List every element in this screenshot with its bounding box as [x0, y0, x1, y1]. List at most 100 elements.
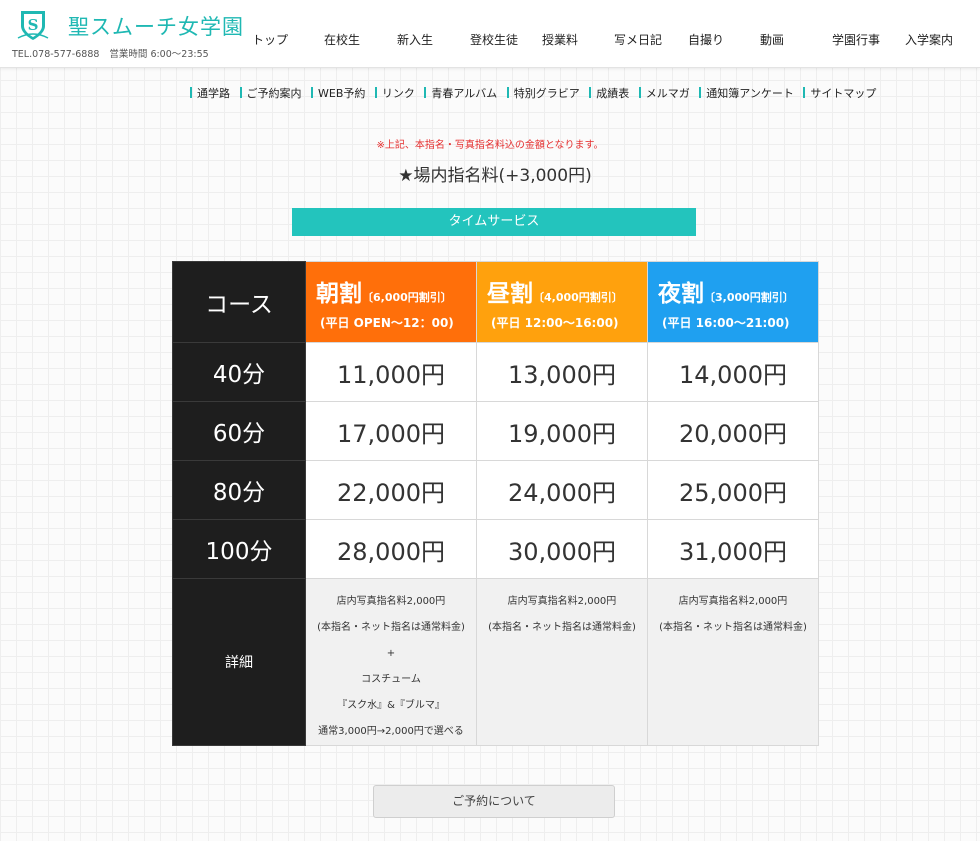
subnav-bar — [803, 87, 806, 98]
nav-events[interactable]: 学園行事 — [832, 31, 880, 48]
plan-night-header: 夜割〔3,000円割引〕 (平日 16:00〜21:00) — [647, 261, 819, 343]
subnav-bar — [374, 87, 377, 98]
course-duration: 60分 — [172, 401, 306, 461]
plan-name: 夜割 — [658, 280, 704, 307]
subnav-label: 通学路 — [197, 87, 230, 100]
detail-night: 店内写真指名料2,000円 (本指名・ネット指名は通常料金) — [647, 578, 819, 746]
subnav-item[interactable]: 通知簿アンケート — [699, 85, 794, 101]
tel-number[interactable]: TEL.078-577-6888 — [12, 49, 99, 60]
detail-line: + — [386, 648, 396, 659]
nomination-fee: ★場内指名料(+3,000円) — [398, 166, 592, 186]
svg-text:S: S — [28, 16, 39, 34]
nav-photo-diary[interactable]: 写メ日記 — [614, 31, 662, 48]
subnav-bar — [506, 87, 509, 98]
subnav-bar — [424, 87, 427, 98]
course-duration: 100分 — [172, 519, 306, 579]
price-cell: 24,000円 — [476, 460, 648, 520]
subnav-label: サイトマップ — [810, 87, 877, 100]
detail-line: 店内写真指名料2,000円 — [336, 596, 446, 607]
subnav-item[interactable]: 特別グラビア — [506, 85, 580, 101]
subnav-bar — [311, 87, 313, 98]
price-note: ※上記、本指名・写真指名料込の金額となります。 — [376, 140, 604, 151]
plan-name: 昼割 — [487, 280, 533, 307]
detail-line: (本指名・ネット指名は通常料金) — [659, 622, 807, 633]
plan-name: 朝割 — [316, 280, 362, 307]
subnav-item[interactable]: サイトマップ — [803, 85, 876, 101]
time-service-banner: タイムサービス — [292, 208, 696, 236]
price-cell: 14,000円 — [647, 342, 819, 402]
plan-morning-header: 朝割〔6,000円割引〕 (平日 OPEN〜12：00) — [305, 261, 477, 343]
nav-top[interactable]: トップ — [252, 31, 288, 48]
subnav-bar — [190, 87, 192, 98]
detail-line: (本指名・ネット指名は通常料金) — [488, 622, 636, 633]
price-cell: 20,000円 — [647, 401, 819, 461]
price-cell: 11,000円 — [305, 342, 477, 402]
price-cell: 31,000円 — [647, 519, 819, 579]
subnav-item[interactable]: 通学路 — [190, 85, 230, 101]
plan-discount: 〔3,000円割引〕 — [704, 290, 794, 304]
detail-line: 通常3,000円→2,000円で選べる — [318, 726, 464, 737]
subnav-item[interactable]: 成績表 — [589, 85, 629, 101]
detail-line: 店内写真指名料2,000円 — [507, 596, 617, 607]
nav-tuition[interactable]: 授業料 — [542, 31, 578, 48]
detail-label: 詳細 — [172, 578, 306, 746]
table-header-row: コース 朝割〔6,000円割引〕 (平日 OPEN〜12：00) 昼割〔4,00… — [172, 261, 819, 343]
price-cell: 17,000円 — [305, 401, 477, 461]
price-table: コース 朝割〔6,000円割引〕 (平日 OPEN〜12：00) 昼割〔4,00… — [172, 261, 819, 746]
plan-discount: 〔6,000円割引〕 — [362, 290, 452, 304]
course-header: コース — [172, 261, 306, 343]
plan-discount: 〔4,000円割引〕 — [533, 290, 623, 304]
subnav-label: 青春アルバム — [431, 87, 498, 100]
table-row: 80分 22,000円 24,000円 25,000円 — [172, 460, 819, 520]
business-hours: 営業時間 6:00〜23:55 — [109, 49, 209, 60]
plan-hours: (平日 OPEN〜12：00) — [320, 315, 454, 330]
price-cell: 25,000円 — [647, 460, 819, 520]
detail-daytime: 店内写真指名料2,000円 (本指名・ネット指名は通常料金) — [476, 578, 648, 746]
price-cell: 19,000円 — [476, 401, 648, 461]
detail-row: 詳細 店内写真指名料2,000円 (本指名・ネット指名は通常料金) + コスチュ… — [172, 578, 819, 746]
table-row: 100分 28,000円 30,000円 31,000円 — [172, 519, 819, 579]
detail-line: コスチューム — [361, 674, 421, 685]
subnav-label: ご予約案内 — [246, 87, 302, 100]
nav-selfie[interactable]: 自撮り — [688, 31, 724, 48]
detail-line: 『スク水』&『ブルマ』 — [337, 700, 445, 711]
school-emblem-icon[interactable]: S — [16, 8, 50, 42]
subnav-label: リンク — [381, 87, 415, 100]
subnav-bar — [589, 87, 592, 98]
site-logo-title[interactable]: 聖スムーチ女学園 — [68, 11, 244, 41]
nav-new-students[interactable]: 新入生 — [397, 31, 433, 48]
subnav-item[interactable]: WEB予約 — [311, 85, 365, 101]
plan-hours: (平日 16:00〜21:00) — [662, 315, 790, 330]
contact-info: TEL.078-577-6888 営業時間 6:00〜23:55 — [12, 46, 219, 60]
sub-navigation: 通学路 ご予約案内 WEB予約 リンク 青春アルバム 特別グラビア 成績表 メル… — [190, 85, 910, 103]
nav-admission[interactable]: 入学案内 — [905, 31, 953, 48]
course-duration: 80分 — [172, 460, 306, 520]
subnav-label: WEB予約 — [318, 87, 366, 100]
subnav-bar — [239, 87, 242, 98]
subnav-bar — [699, 87, 702, 98]
price-cell: 13,000円 — [476, 342, 648, 402]
course-duration: 40分 — [172, 342, 306, 402]
detail-line: (本指名・ネット指名は通常料金) — [317, 622, 465, 633]
nav-students[interactable]: 在校生 — [324, 31, 360, 48]
price-cell: 28,000円 — [305, 519, 477, 579]
reservation-info-button[interactable]: ご予約について — [373, 785, 615, 818]
nav-video[interactable]: 動画 — [760, 31, 784, 48]
subnav-label: 成績表 — [596, 87, 630, 100]
detail-morning: 店内写真指名料2,000円 (本指名・ネット指名は通常料金) + コスチューム … — [305, 578, 477, 746]
table-row: 60分 17,000円 19,000円 20,000円 — [172, 401, 819, 461]
nav-attending[interactable]: 登校生徒 — [470, 31, 518, 48]
price-cell: 30,000円 — [476, 519, 648, 579]
table-row: 40分 11,000円 13,000円 14,000円 — [172, 342, 819, 402]
subnav-label: メルマガ — [645, 87, 690, 100]
site-header: S 聖スムーチ女学園 TEL.078-577-6888 営業時間 6:00〜23:… — [0, 0, 980, 68]
detail-line: 店内写真指名料2,000円 — [678, 596, 788, 607]
price-cell: 22,000円 — [305, 460, 477, 520]
plan-hours: (平日 12:00〜16:00) — [491, 315, 619, 330]
subnav-label: 特別グラビア — [513, 87, 580, 100]
plan-daytime-header: 昼割〔4,000円割引〕 (平日 12:00〜16:00) — [476, 261, 648, 343]
subnav-item[interactable]: リンク — [374, 85, 415, 101]
subnav-item[interactable]: 青春アルバム — [424, 85, 497, 101]
subnav-item[interactable]: メルマガ — [638, 85, 690, 101]
subnav-item[interactable]: ご予約案内 — [239, 85, 302, 101]
